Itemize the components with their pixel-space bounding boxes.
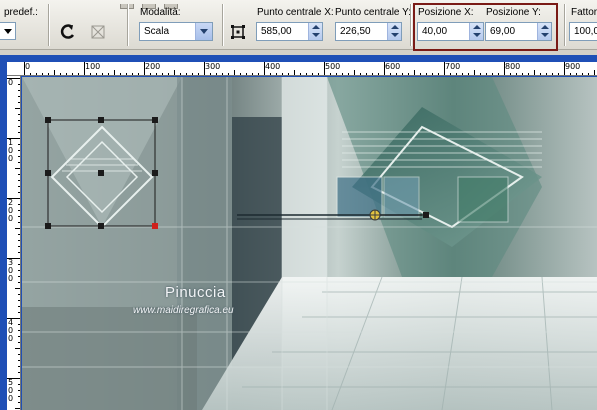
- ruler-label: 700: [445, 62, 461, 71]
- ruler-label: 200: [8, 198, 14, 223]
- center-point-button[interactable]: [226, 20, 250, 44]
- factor-label: Fattor: [571, 7, 597, 18]
- position-highlight-box: [413, 3, 558, 51]
- ruler-label: 400: [265, 62, 281, 71]
- center-y-value: 226,50: [340, 26, 371, 37]
- transform-icon: [91, 25, 105, 39]
- factor-input[interactable]: 100,0: [569, 22, 597, 41]
- mode-value: Scala: [144, 26, 170, 37]
- dropdown-icon[interactable]: [195, 23, 212, 40]
- ruler-label: 300: [8, 258, 14, 283]
- spinner-icon[interactable]: [308, 23, 322, 40]
- ruler-label: 800: [505, 62, 521, 71]
- ruler-label: 0: [8, 78, 14, 87]
- preset-label: predef.:: [4, 7, 38, 18]
- tool-options-toolbar: predef.: Modalità: Scala Punto centrale …: [0, 0, 597, 51]
- ruler-label: 200: [145, 62, 161, 71]
- toolbar-separator: [222, 4, 224, 46]
- ruler-label: 300: [205, 62, 221, 71]
- ruler-label: 500: [325, 62, 341, 71]
- ruler-label: 100: [8, 138, 14, 163]
- center-icon: [231, 25, 245, 39]
- watermark-name: Pinuccia: [165, 284, 226, 301]
- mode-select[interactable]: Scala: [139, 22, 213, 41]
- reset-icon: [60, 24, 75, 39]
- spinner-icon[interactable]: [387, 23, 401, 40]
- toolbar-top-strip: [120, 0, 250, 9]
- center-y-label: Punto centrale Y:: [335, 7, 411, 18]
- ruler-label: 600: [385, 62, 401, 71]
- toolbar-separator: [410, 4, 412, 46]
- ruler-label: 400: [8, 318, 14, 343]
- center-x-value: 585,00: [261, 26, 292, 37]
- ruler-label: 0: [25, 62, 31, 71]
- center-x-label: Punto centrale X:: [257, 7, 334, 18]
- toolbar-separator: [127, 4, 129, 46]
- factor-value: 100,0: [574, 26, 597, 37]
- toolbar-separator: [48, 4, 50, 46]
- toolbar-separator: [564, 4, 566, 46]
- chevron-down-icon: [4, 29, 12, 34]
- mode-label: Modalità:: [140, 7, 181, 18]
- ruler-label: 100: [85, 62, 101, 71]
- horizontal-ruler: 0 100 200 300 400 500 600 700 800 900: [7, 62, 597, 76]
- ruler-label: 500: [8, 378, 14, 403]
- apply-transform-button[interactable]: [86, 20, 110, 44]
- anchor-handle[interactable]: [152, 223, 158, 229]
- watermark-url: www.maidiregrafica.eu: [133, 305, 234, 316]
- reset-button[interactable]: [56, 20, 80, 44]
- image-canvas[interactable]: Pinuccia www.maidiregrafica.eu: [22, 77, 597, 410]
- artwork: [22, 77, 597, 410]
- preset-dropdown[interactable]: [0, 22, 16, 40]
- center-y-input[interactable]: 226,50: [335, 22, 402, 41]
- ruler-label: 900: [565, 62, 581, 71]
- ruler-ticks: [7, 78, 20, 409]
- center-x-input[interactable]: 585,00: [256, 22, 323, 41]
- vertical-ruler: 0 100 200 300 400 500: [7, 76, 21, 410]
